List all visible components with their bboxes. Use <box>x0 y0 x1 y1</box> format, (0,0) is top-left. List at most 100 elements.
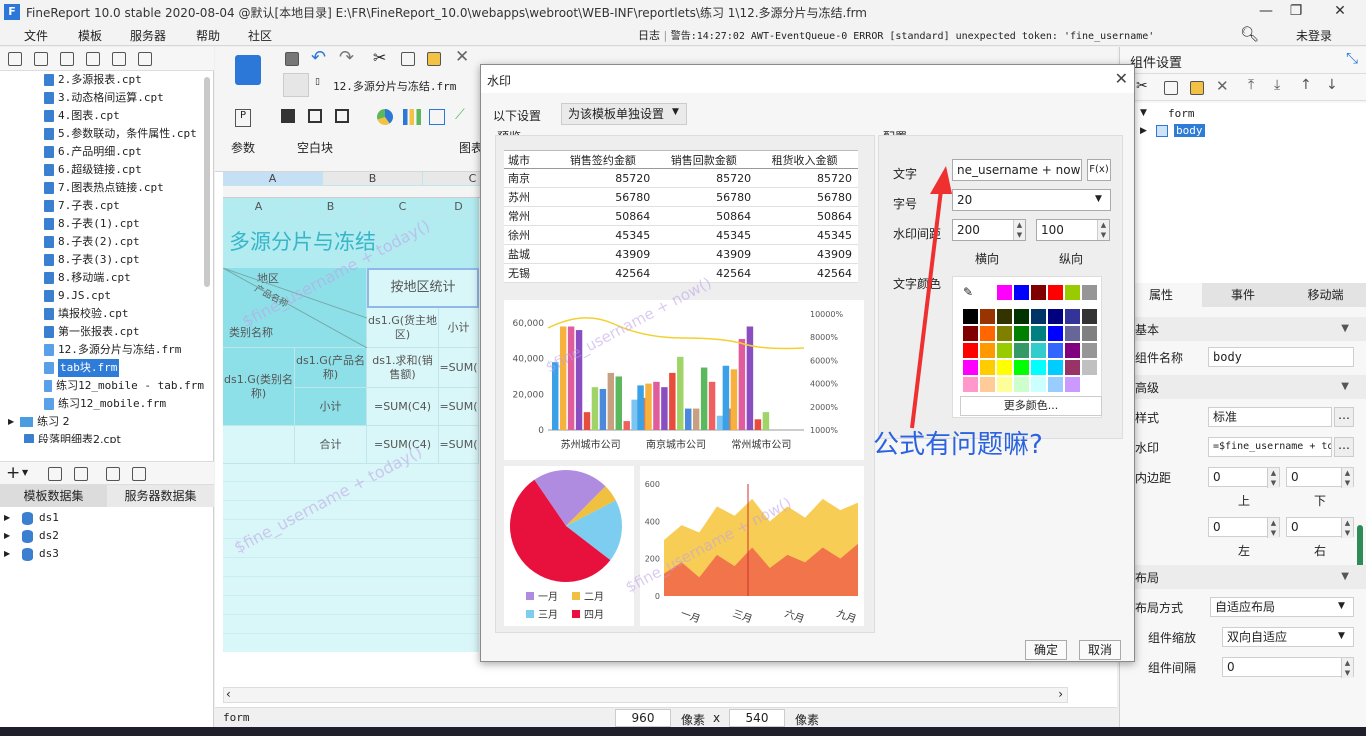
font-size-select[interactable]: 20 <box>952 189 1111 211</box>
file-tree-item[interactable]: 9.JS.cpt <box>0 287 204 305</box>
cell-d6[interactable]: =SUM( <box>439 426 479 464</box>
color-swatch[interactable] <box>1031 343 1046 358</box>
canvas-height-input[interactable]: 540 <box>729 709 785 727</box>
color-swatch[interactable] <box>1014 309 1029 324</box>
cell-b5[interactable]: 小计 <box>295 388 367 426</box>
pie-chart-icon[interactable] <box>377 109 393 125</box>
color-swatch[interactable] <box>1065 285 1080 300</box>
color-swatch[interactable] <box>997 343 1012 358</box>
cancel-button[interactable]: 取消 <box>1079 640 1121 660</box>
log-button[interactable]: 日志 <box>638 29 660 42</box>
gap-horizontal-input[interactable]: 200 ▲ ▼ <box>952 219 1026 241</box>
column-header[interactable]: C <box>367 198 439 216</box>
cell-d5[interactable]: =SUM( <box>439 388 479 426</box>
color-swatch[interactable] <box>1048 309 1063 324</box>
ok-button[interactable]: 确定 <box>1025 640 1067 660</box>
tab-mobile[interactable]: 移动端 <box>1284 283 1366 307</box>
close-button[interactable]: ✕ <box>1320 0 1360 24</box>
color-swatch[interactable] <box>963 377 978 392</box>
chevron-down-icon[interactable]: ▼ <box>1338 601 1345 611</box>
column-header[interactable]: B <box>295 198 367 216</box>
color-swatch[interactable] <box>980 326 995 341</box>
color-swatch[interactable] <box>1065 309 1080 324</box>
scale-select[interactable]: 双向自适应 <box>1222 627 1354 647</box>
color-swatch[interactable] <box>1065 377 1080 392</box>
more-button[interactable]: … <box>1334 437 1354 457</box>
login-button[interactable]: 未登录 <box>1296 27 1332 44</box>
delete-icon[interactable] <box>112 52 126 66</box>
collapse-icon[interactable]: ⤡ <box>1346 49 1358 67</box>
color-swatch[interactable] <box>1031 377 1046 392</box>
padding-bottom-input[interactable]: 0 ▲ ▼ <box>1286 467 1354 488</box>
column-header[interactable]: A <box>223 198 295 216</box>
parameter-icon[interactable] <box>132 467 146 481</box>
file-tree-item[interactable]: 12.多源分片与冻结.frm <box>0 341 204 359</box>
color-swatch[interactable] <box>1082 377 1097 392</box>
cell-a6[interactable] <box>223 426 295 464</box>
menu-template[interactable]: 模板 <box>78 27 102 44</box>
file-tree-item[interactable]: 8.子表(2).cpt <box>0 233 204 251</box>
color-swatch[interactable] <box>997 309 1012 324</box>
file-tree-item[interactable]: 练习12_mobile - tab.frm <box>0 377 204 395</box>
blank-block-icon[interactable] <box>281 109 295 123</box>
edit-icon[interactable] <box>86 52 100 66</box>
color-swatch[interactable] <box>1082 360 1097 375</box>
template-tab[interactable]: 12.多源分片与冻结.frm <box>333 78 456 94</box>
color-swatch[interactable] <box>980 343 995 358</box>
color-swatch[interactable] <box>963 309 978 324</box>
cell-c5[interactable]: =SUM(C4) <box>367 388 439 426</box>
search-icon[interactable]: 🔍︎ <box>1240 25 1259 43</box>
report-block-icon[interactable] <box>335 109 349 123</box>
color-swatch[interactable] <box>1031 360 1046 375</box>
add-dataset-icon[interactable]: + <box>6 463 20 483</box>
color-swatch[interactable] <box>1065 360 1080 375</box>
color-swatch[interactable] <box>1048 360 1063 375</box>
color-swatch[interactable] <box>1082 343 1097 358</box>
chevron-down-icon[interactable]: ▼ <box>672 107 679 117</box>
file-tree-item[interactable]: 8.子表(3).cpt <box>0 251 204 269</box>
setting-select[interactable]: 为该模板单独设置 <box>561 103 687 125</box>
color-swatch[interactable] <box>1082 285 1097 300</box>
dataset-item[interactable]: ▶ ds1 <box>0 509 214 527</box>
padding-top-input[interactable]: 0 ▲ ▼ <box>1208 467 1280 488</box>
tab-server-dataset[interactable]: 服务器数据集 <box>107 485 214 507</box>
watermark-text-input[interactable]: ne_username + now() <box>952 159 1082 181</box>
column-header[interactable]: D <box>439 198 479 216</box>
color-swatch[interactable] <box>1014 285 1029 300</box>
new-template-icon[interactable] <box>8 52 22 66</box>
file-tree-item[interactable]: 填报校验.cpt <box>0 305 204 323</box>
color-swatch[interactable] <box>963 360 978 375</box>
file-tree-item[interactable]: 7.图表热点链接.cpt <box>0 179 204 197</box>
tree-root-form[interactable]: form <box>1168 107 1195 120</box>
menu-server[interactable]: 服务器 <box>130 27 166 44</box>
dataset-item[interactable]: ▶ ds3 <box>0 545 214 563</box>
chevron-down-icon[interactable]: ▼ <box>1338 631 1345 641</box>
cell-d3[interactable]: 小计 <box>439 308 479 348</box>
folder-item[interactable]: ▶ 练习 2 <box>0 413 204 431</box>
delete-icon[interactable]: ✕ <box>1216 77 1229 95</box>
color-swatch[interactable] <box>1031 326 1046 341</box>
undo-icon[interactable]: ↶ <box>311 47 326 68</box>
dialog-close-button[interactable]: ✕ <box>1115 69 1128 88</box>
redo-icon[interactable]: ↷ <box>339 47 354 68</box>
file-tree-item[interactable]: 2.多源报表.cpt <box>0 71 204 89</box>
tab-events[interactable]: 事件 <box>1202 283 1284 307</box>
slash-header-cell[interactable]: 地区 产品名称 类别名称 <box>223 268 367 348</box>
move-up-icon[interactable]: ↑ <box>1300 77 1312 93</box>
section-layout[interactable]: 布局 ▼ <box>1120 565 1366 589</box>
more-colors-button[interactable]: 更多颜色... <box>960 396 1102 416</box>
file-tree-item[interactable]: 6.产品明细.cpt <box>0 143 204 161</box>
file-tree-item[interactable]: 5.参数联动，条件属性.cpt <box>0 125 204 143</box>
color-swatch[interactable] <box>963 343 978 358</box>
cut-icon[interactable]: ✂ <box>1136 78 1148 94</box>
column-header[interactable]: B <box>323 172 423 186</box>
color-swatch[interactable] <box>1014 343 1029 358</box>
tab-block-icon[interactable] <box>308 109 322 123</box>
preview-dataset-icon[interactable] <box>106 467 120 481</box>
maximize-button[interactable]: ❐ <box>1276 0 1316 24</box>
color-swatch[interactable] <box>1048 343 1063 358</box>
save-icon[interactable] <box>285 52 299 66</box>
menu-file[interactable]: 文件 <box>24 27 48 44</box>
dataset-item[interactable]: ▶ ds2 <box>0 527 214 545</box>
more-button[interactable]: … <box>1334 407 1354 427</box>
